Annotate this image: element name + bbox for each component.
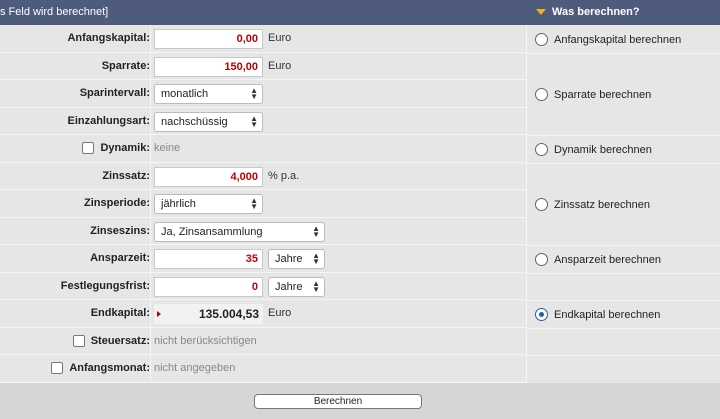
updown-arrows-icon: ▲ ▼ [312,278,320,294]
festlegungsfrist-unit-value: Jahre [275,280,303,293]
option-separator [527,245,720,246]
option-separator [527,135,720,136]
option-separator [527,272,720,274]
sparintervall-value: monatlich [161,88,209,100]
ansparzeit-unit-value: Jahre [275,253,303,265]
option-dynamik[interactable]: Dynamik berechnen [535,143,652,156]
anfangskapital-input[interactable]: 0,00 [154,29,263,49]
anfangsmonat-label: Anfangsmonat: [69,362,150,375]
row-zinsperiode: Zinsperiode: jährlich ▲ ▼ [0,190,526,218]
dynamik-checkbox[interactable] [82,142,95,155]
endkapital-value: 135.004,53 [198,307,259,321]
option-separator [527,162,720,164]
calc-heading: Was berechnen? [536,6,640,18]
steuersatz-label-group: Steuersatz: [72,328,150,355]
anfangsmonat-checkbox[interactable] [51,362,64,375]
row-ansparzeit: Ansparzeit: 35 Jahre ▲ ▼ [0,245,526,273]
option-endkapital[interactable]: Endkapital berechnen [535,308,660,321]
result-marker-icon [157,311,161,317]
dynamik-label-group: Dynamik: [82,135,150,162]
zinseszins-select[interactable]: Ja, Zinsansammlung ▲ ▼ [154,221,325,242]
option-separator [527,300,720,301]
anfangskapital-unit: Euro [268,32,292,45]
steuersatz-value: nicht berücksichtigen [154,334,257,347]
radio-ansparzeit[interactable] [535,253,548,266]
zinseszins-label: Zinseszins: [90,224,150,237]
option-endkapital-label: Endkapital berechnen [554,308,661,321]
option-ansparzeit[interactable]: Ansparzeit berechnen [535,253,661,266]
berechnen-button[interactable]: Berechnen [254,394,422,409]
updown-arrows-icon: ▲ ▼ [312,251,320,266]
option-anfangskapital-label: Anfangskapital berechnen [554,33,682,46]
anfangskapital-label: Anfangskapital: [67,32,150,45]
option-zinssatz[interactable]: Zinssatz berechnen [535,198,650,211]
option-dynamik-label: Dynamik berechnen [554,143,652,156]
radio-sparrate[interactable] [535,88,548,101]
ansparzeit-input[interactable]: 35 [154,249,263,269]
radio-zinssatz[interactable] [535,198,548,211]
updown-arrows-icon: ▲ ▼ [312,223,320,239]
sparrate-input[interactable]: 150,00 [154,56,263,77]
header-bar: s Feld wird berechnet] Was berechnen? [0,0,720,25]
anfangsmonat-label-group: Anfangsmonat: [51,355,150,382]
row-festlegungsfrist: Festlegungsfrist: 0 Jahre ▲ ▼ [0,273,526,300]
row-zinssatz: Zinssatz: 4,000 % p.a. [0,163,526,190]
radio-endkapital[interactable] [535,308,548,321]
einzahlungsart-label: Einzahlungsart: [67,114,150,127]
endkapital-unit: Euro [268,307,292,320]
festlegungsfrist-label: Festlegungsfrist: [60,279,150,292]
zinseszins-value: Ja, Zinsansammlung [161,225,263,238]
row-einzahlungsart: Einzahlungsart: nachschüssig ▲ ▼ [0,108,526,135]
radio-dynamik[interactable] [535,143,548,156]
row-anfangsmonat: Anfangsmonat: nicht angegeben [0,355,526,383]
festlegungsfrist-input[interactable]: 0 [154,276,263,297]
steuersatz-checkbox[interactable] [72,334,85,347]
option-anfangskapital[interactable]: Anfangskapital berechnen [535,33,681,46]
updown-arrows-icon: ▲ ▼ [250,113,258,129]
footer-bar: Berechnen [0,383,720,419]
einzahlungsart-select[interactable]: nachschüssig ▲ ▼ [154,111,263,132]
row-anfangskapital: Anfangskapital: 0,00 Euro [0,25,526,53]
option-ansparzeit-label: Ansparzeit berechnen [554,253,662,266]
row-steuersatz: Steuersatz: nicht berücksichtigen [0,328,526,355]
sparintervall-select[interactable]: monatlich ▲ ▼ [154,84,263,104]
festlegungsfrist-unit-select[interactable]: Jahre ▲ ▼ [268,276,325,297]
triangle-down-icon [536,9,546,15]
option-sparrate-label: Sparrate berechnen [554,88,652,101]
calc-heading-label: Was berechnen? [552,6,640,18]
zinsperiode-value: jährlich [161,198,196,210]
option-separator [527,327,720,329]
einzahlungsart-value: nachschüssig [161,115,228,128]
row-zinseszins: Zinseszins: Ja, Zinsansammlung ▲ ▼ [0,218,526,245]
ansparzeit-label: Ansparzeit: [90,252,150,265]
steuersatz-label: Steuersatz: [90,334,150,347]
sparintervall-label: Sparintervall: [79,87,150,100]
zinsperiode-label: Zinsperiode: [83,197,150,210]
zinssatz-input[interactable]: 4,000 [154,166,263,187]
option-sparrate[interactable]: Sparrate berechnen [535,88,651,101]
option-separator [527,52,720,54]
dynamik-value: keine [154,142,181,155]
endkapital-label: Endkapital: [90,307,150,320]
option-separator [527,355,720,356]
dynamik-label: Dynamik: [100,142,150,155]
anfangsmonat-value: nicht angegeben [154,362,236,375]
zinssatz-unit: % p.a. [268,169,300,182]
updown-arrows-icon: ▲ ▼ [250,86,258,101]
sparrate-label: Sparrate: [101,59,150,72]
row-sparrate: Sparrate: 150,00 Euro [0,53,526,80]
zinsperiode-select[interactable]: jährlich ▲ ▼ [154,194,263,214]
row-dynamik: Dynamik: keine [0,135,526,163]
updown-arrows-icon: ▲ ▼ [250,196,258,211]
sparrate-unit: Euro [268,59,292,72]
row-endkapital: Endkapital: 135.004,53 Euro [0,300,526,328]
options-divider [526,25,527,383]
zinssatz-label: Zinssatz: [102,169,150,182]
row-sparintervall: Sparintervall: monatlich ▲ ▼ [0,80,526,108]
option-zinssatz-label: Zinssatz berechnen [554,198,650,211]
ansparzeit-unit-select[interactable]: Jahre ▲ ▼ [268,249,325,269]
radio-anfangskapital[interactable] [535,33,548,46]
header-hint: s Feld wird berechnet] [0,6,109,18]
endkapital-result: 135.004,53 [154,304,263,324]
